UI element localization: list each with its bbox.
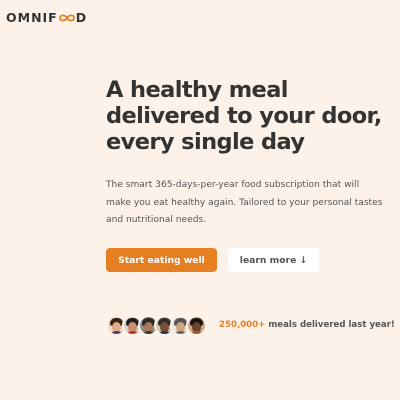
hero-page: OMNIF D A healthy meal delivered to your…	[0, 0, 400, 400]
hero-title-line: every single day	[106, 129, 305, 155]
hero-description-line: The smart 365-days-per-year food subscri…	[106, 180, 360, 190]
infinity-icon	[58, 12, 76, 24]
avatar	[186, 314, 207, 336]
logo-text-right: D	[75, 10, 88, 25]
delivered-meals-text: 250,000+ meals delivered last year!	[219, 320, 395, 330]
start-eating-well-button[interactable]: Start eating well	[106, 248, 217, 272]
delivered-meals: 250,000+ meals delivered last year!	[106, 314, 395, 336]
customer-avatars	[106, 314, 207, 336]
omnifood-logo[interactable]: OMNIF D	[6, 10, 87, 25]
hero-description-line: and nutritional needs.	[106, 215, 207, 225]
delivered-meals-label: meals delivered last year!	[265, 320, 395, 330]
hero-description-line: make you eat healthy again. Tailored to …	[106, 197, 383, 208]
hero-title: A healthy meal delivered to your door, e…	[106, 77, 396, 155]
delivered-meals-count: 250,000+	[219, 320, 266, 330]
logo-text-left: OMNIF	[6, 10, 58, 25]
learn-more-button[interactable]: learn more ↓	[228, 248, 319, 272]
hero-title-line: A healthy meal	[106, 77, 289, 103]
hero-title-line: delivered to your door,	[106, 103, 382, 129]
hero-description: The smart 365-days-per-year food subscri…	[106, 177, 396, 230]
